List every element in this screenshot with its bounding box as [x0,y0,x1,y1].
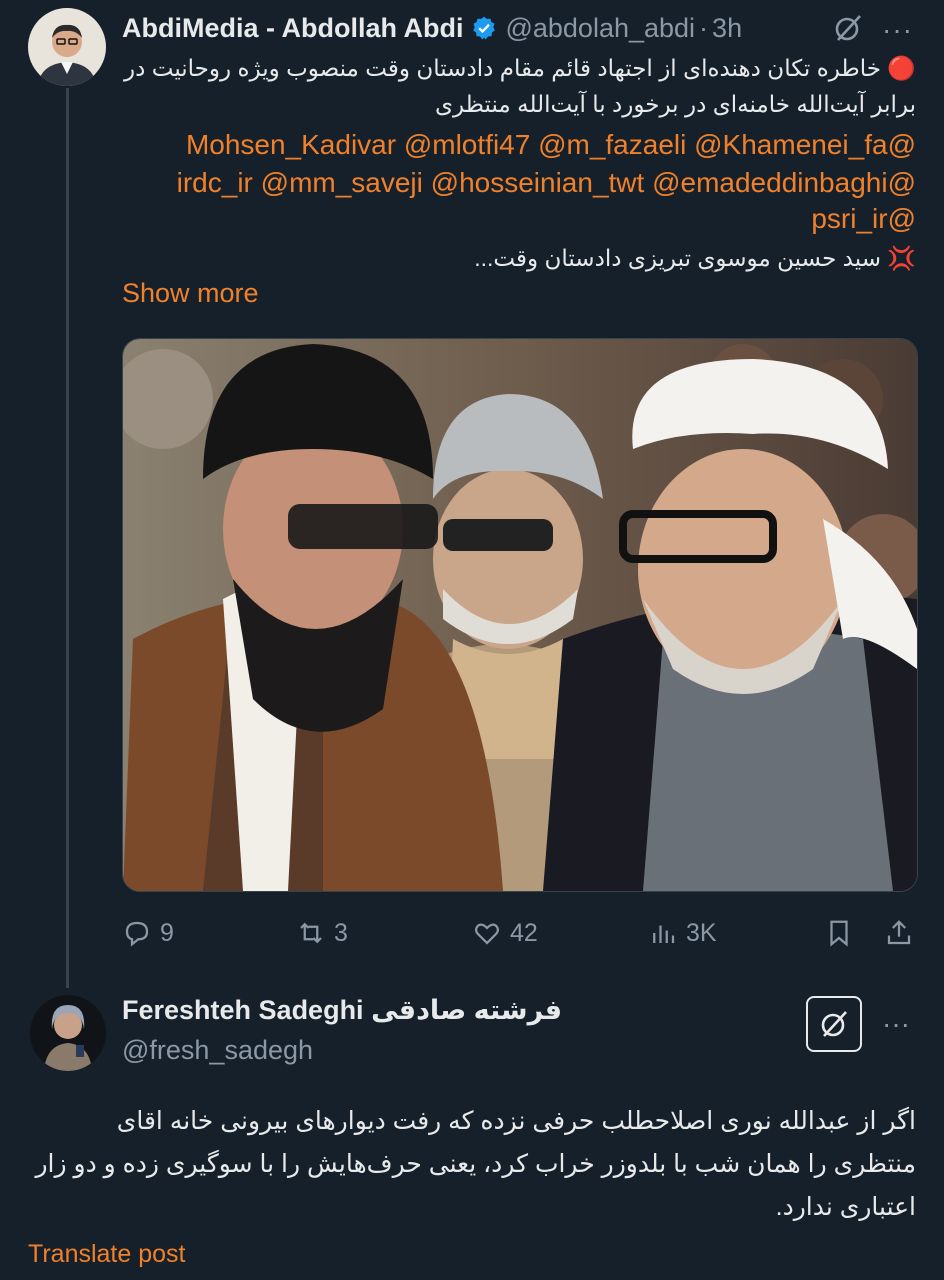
views-button[interactable]: 3K [648,918,717,948]
author-display-name[interactable]: AbdiMedia - Abdollah Abdi [122,13,463,44]
repost-icon [300,922,322,944]
grok-icon [821,1011,847,1037]
reply-handle[interactable]: @fresh_sadegh [122,1035,313,1066]
post-mentions-line2[interactable]: @irdc_ir @mm_saveji @hosseinian_twt @ema… [122,164,916,202]
reply-icon [125,921,149,947]
post-text-line1: 🔴 خاطره تکان دهنده‌ای از اجتهاد قائم مقا… [124,55,916,81]
bookmark-icon [830,920,848,947]
post-text-line3: 💢 سید حسین موسوی تبریزی دادستان وقت... [474,245,916,271]
post-more-icon[interactable]: ··· [882,14,913,46]
author-avatar[interactable] [28,8,106,86]
post-text-line2: برابر آیت‌الله خامنه‌ای در برخورد با آیت… [434,91,916,117]
like-count: 42 [510,918,538,947]
grok-icon[interactable] [832,12,864,44]
like-button[interactable]: 42 [472,918,538,948]
share-button[interactable] [884,918,922,948]
separator-dot: · [699,12,709,43]
post-mentions-line1[interactable]: @Mohsen_Kadivar @mlotfi47 @m_fazaeli @Kh… [122,126,916,164]
thread-line [66,88,69,988]
repost-button[interactable]: 3 [296,918,348,948]
bookmark-button[interactable] [824,918,862,948]
reply-display-name[interactable]: Fereshteh Sadeghi فرشته صادقی [122,995,562,1026]
post-mentions-line3[interactable]: @psri_ir [122,200,916,238]
author-handle[interactable]: @abdolah_abdi [505,13,695,44]
like-icon [474,923,500,945]
views-icon [653,925,675,943]
show-more-link[interactable]: Show more [122,278,259,309]
views-count: 3K [686,918,717,947]
post-header: AbdiMedia - Abdollah Abdi @abdolah_abdi … [122,10,924,46]
share-icon [887,920,911,945]
reply-text: اگر از عبدالله نوری اصلاحطلب حرفی نزده ک… [35,1107,916,1221]
post-image[interactable] [122,338,918,892]
verified-badge-icon [473,16,496,40]
reply-more-icon[interactable]: ··· [882,1008,910,1040]
reply-grok-button[interactable] [806,996,862,1052]
repost-count: 3 [334,918,348,947]
reply-count: 9 [160,918,174,947]
post-time[interactable]: 3h [712,13,742,44]
reply-button[interactable]: 9 [122,918,174,948]
translate-post-link[interactable]: Translate post [28,1240,185,1269]
reply-author-avatar[interactable] [30,995,106,1071]
post-actions: 9 3 42 3K [122,912,922,956]
